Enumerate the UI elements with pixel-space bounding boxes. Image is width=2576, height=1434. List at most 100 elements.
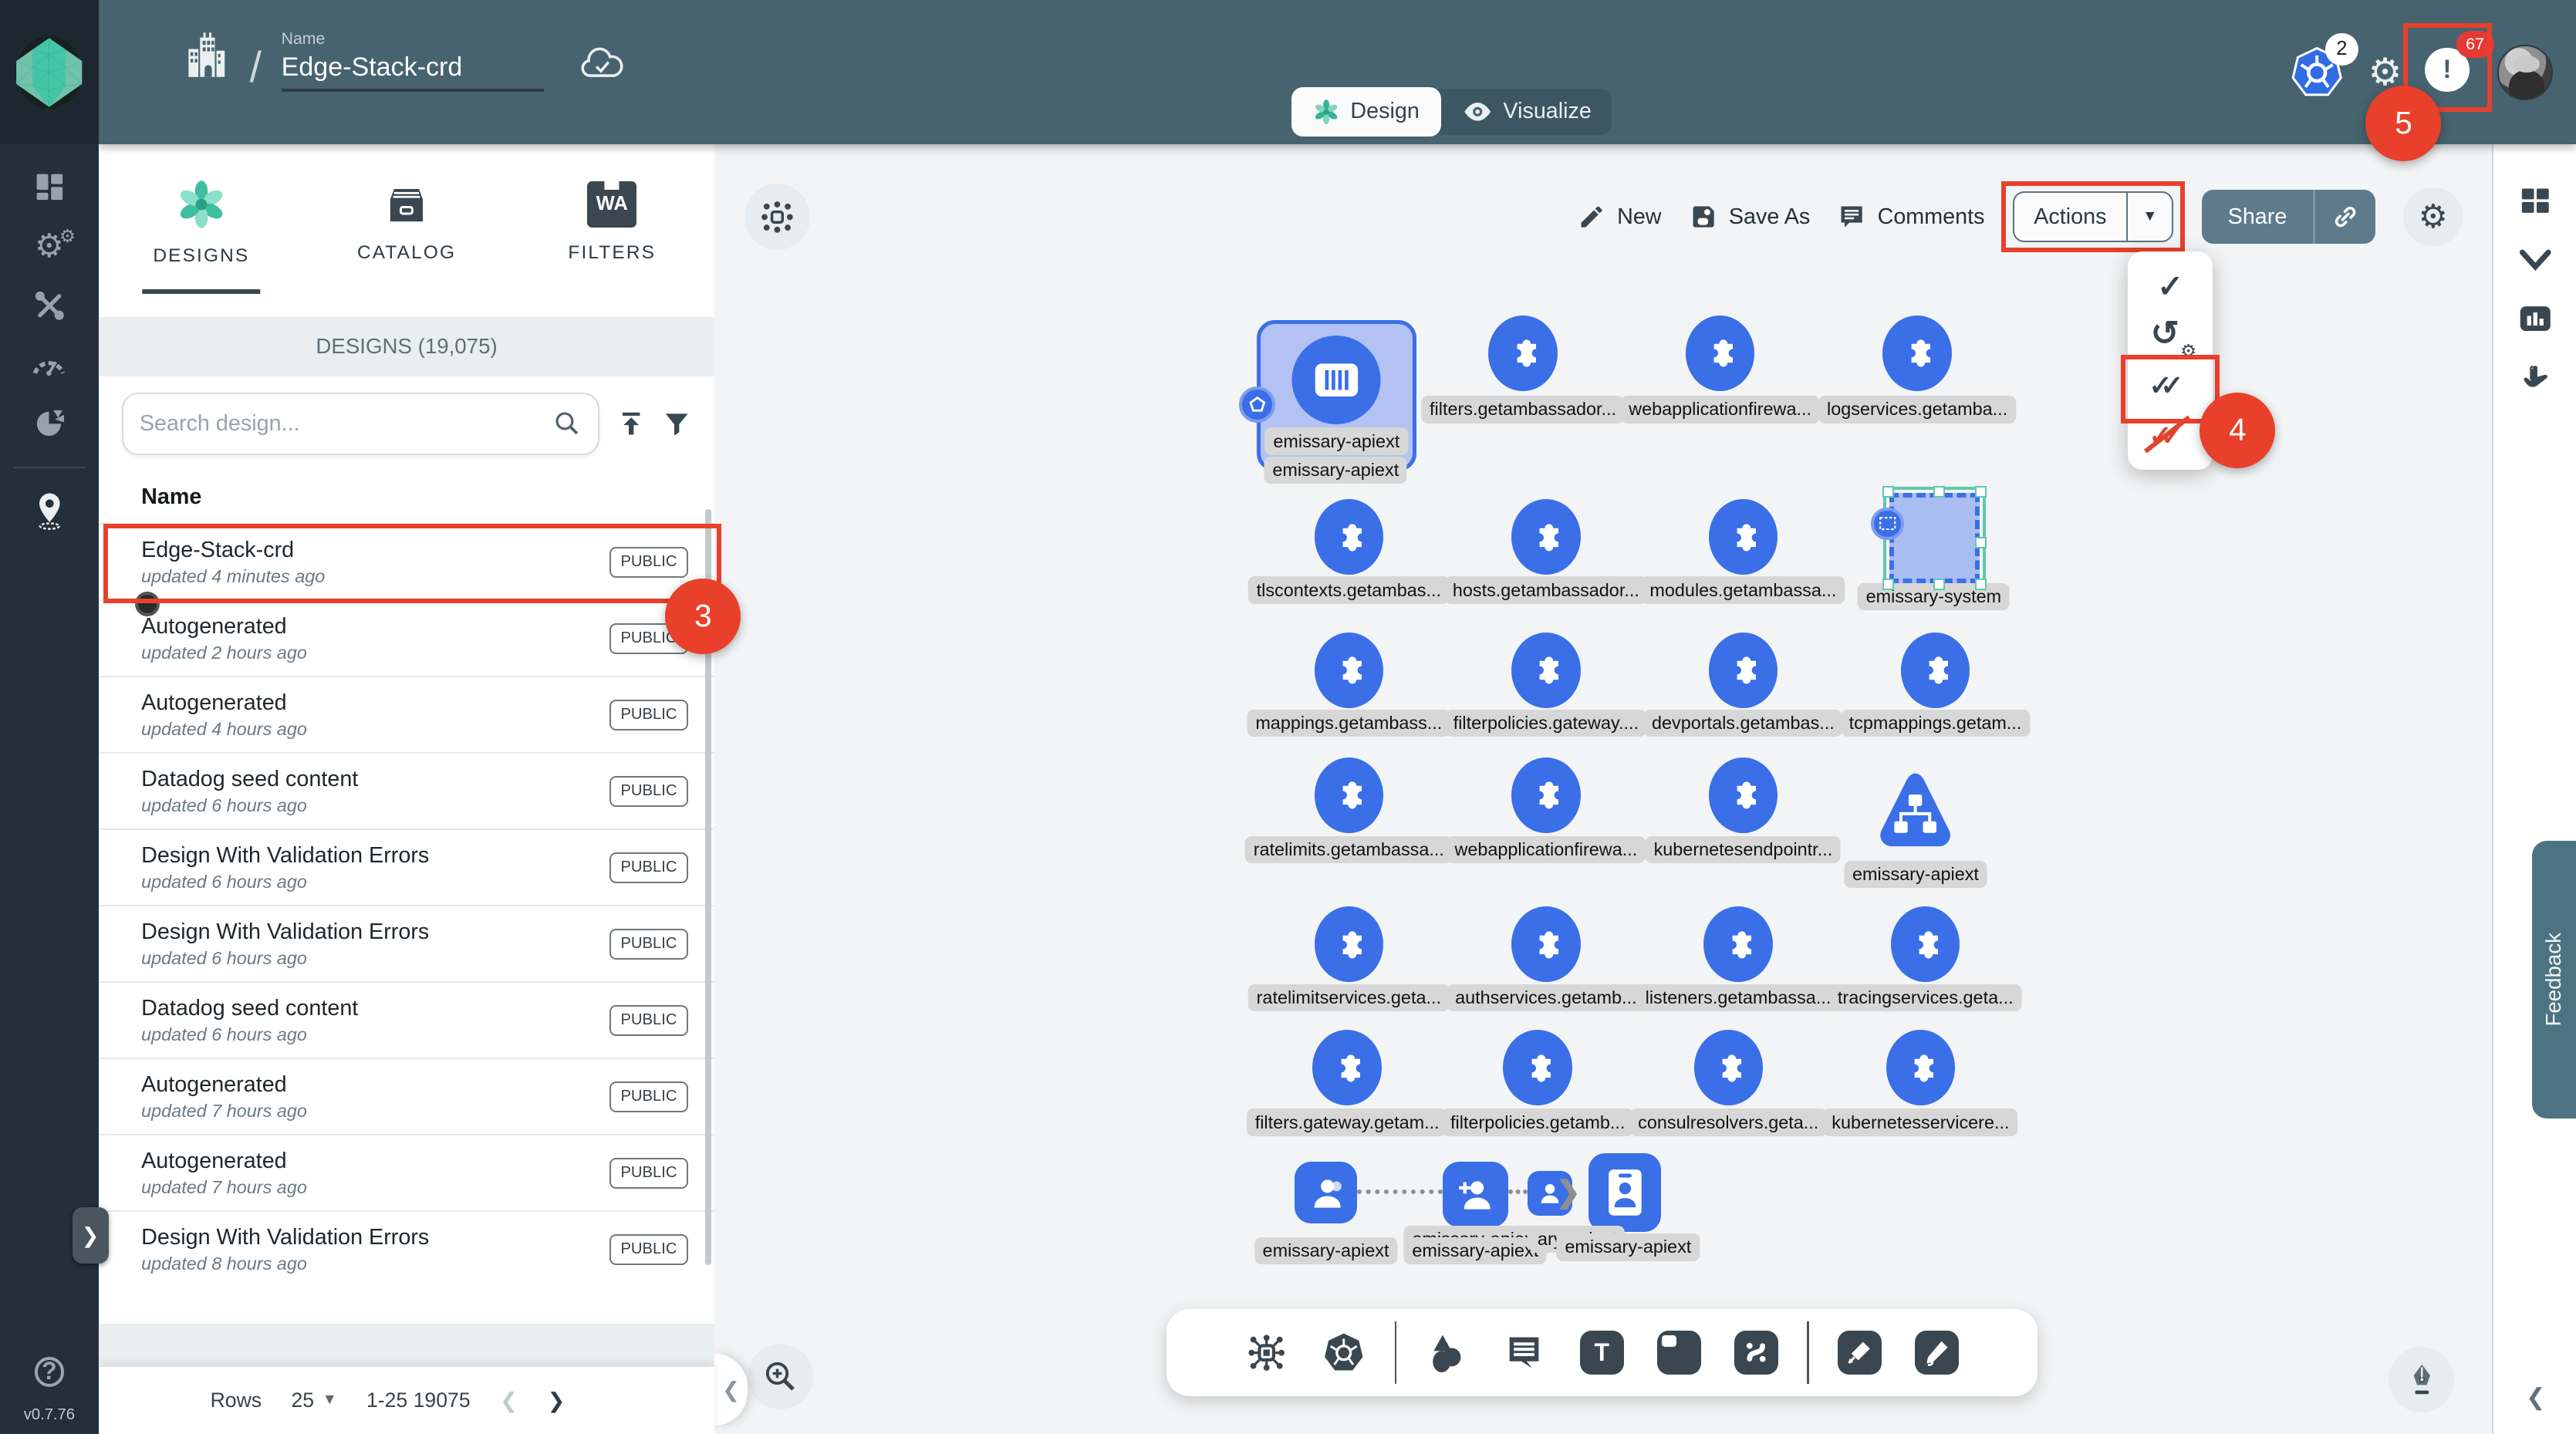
- node-emissary-apiext-selected[interactable]: emissary-apiext: [1257, 320, 1416, 471]
- analytics-icon[interactable]: [2493, 289, 2576, 349]
- component-node[interactable]: [1488, 315, 1557, 391]
- import-design-icon[interactable]: [616, 409, 646, 438]
- connection-hub-tool[interactable]: [1241, 1327, 1293, 1379]
- pen-mode-button[interactable]: [2389, 1347, 2454, 1412]
- component-node[interactable]: [1315, 906, 1383, 982]
- feedback-tab[interactable]: Feedback: [2532, 841, 2576, 1119]
- touch-hand-icon[interactable]: [2493, 348, 2576, 407]
- lifecycle-gears-icon[interactable]: ⚙⚙: [0, 217, 99, 276]
- component-node[interactable]: [1686, 315, 1754, 391]
- component-node[interactable]: [1694, 1030, 1763, 1105]
- copy-link-icon[interactable]: [2315, 203, 2376, 231]
- visibility-badge: PUBLIC: [609, 1234, 689, 1265]
- search-design-box[interactable]: [122, 393, 600, 455]
- kubernetes-context-button[interactable]: 2: [2289, 45, 2345, 100]
- freehand-pen-tool[interactable]: [1911, 1327, 1963, 1379]
- location-pin-icon[interactable]: [0, 481, 99, 541]
- design-list-item[interactable]: Datadog seed content updated 6 hours ago…: [99, 752, 715, 828]
- component-node[interactable]: [1315, 757, 1383, 833]
- design-list-item[interactable]: Autogenerated updated 2 hours ago PUBLIC: [99, 599, 715, 676]
- component-node[interactable]: [1891, 906, 1960, 982]
- pentagon-badge-icon[interactable]: [1239, 386, 1275, 423]
- node-id-card[interactable]: [1588, 1153, 1661, 1232]
- design-list-item[interactable]: Autogenerated updated 7 hours ago PUBLIC: [99, 1058, 715, 1134]
- actions-button[interactable]: Actions ▼: [2013, 191, 2174, 242]
- dashboard-icon[interactable]: [0, 157, 99, 217]
- tab-design[interactable]: Design: [1291, 87, 1441, 137]
- design-list-item[interactable]: Design With Validation Errors updated 6 …: [99, 905, 715, 981]
- meshery-logo[interactable]: [0, 0, 99, 144]
- tab-designs[interactable]: DESIGNS: [99, 144, 304, 317]
- component-node[interactable]: [1709, 633, 1778, 708]
- component-node[interactable]: [1503, 1030, 1572, 1105]
- user-avatar[interactable]: [2497, 45, 2553, 100]
- design-name-input[interactable]: [282, 52, 545, 93]
- wide-chevron-icon[interactable]: [2493, 230, 2576, 289]
- design-list-item[interactable]: Autogenerated updated 7 hours ago PUBLIC: [99, 1134, 715, 1210]
- panel-expand-handle[interactable]: ❯: [73, 1207, 109, 1263]
- help-icon[interactable]: ?: [35, 1357, 64, 1386]
- design-canvas[interactable]: New Save As Comments Actions ▼ Share: [714, 144, 2492, 1434]
- tab-catalog[interactable]: CATALOG: [304, 144, 509, 317]
- component-label: webapplicationfirewa...: [1447, 836, 1646, 864]
- performance-icon[interactable]: [0, 335, 99, 394]
- new-button[interactable]: New: [1578, 203, 1662, 231]
- menu-item-validate[interactable]: ✓: [2128, 261, 2213, 311]
- component-node[interactable]: [1315, 633, 1383, 708]
- component-node[interactable]: [1511, 906, 1580, 982]
- tab-filters[interactable]: WA FILTERS: [509, 144, 714, 317]
- design-list-item[interactable]: Design With Validation Errors updated 6 …: [99, 828, 715, 905]
- kubernetes-tool[interactable]: [1318, 1327, 1370, 1379]
- save-as-button[interactable]: Save As: [1690, 203, 1811, 231]
- design-list-item[interactable]: Autogenerated updated 4 hours ago PUBLIC: [99, 676, 715, 752]
- extensions-icon[interactable]: [0, 394, 99, 454]
- component-node[interactable]: [1511, 757, 1580, 833]
- component-node[interactable]: [1703, 906, 1772, 982]
- tab-visualize[interactable]: Visualize: [1441, 87, 1613, 137]
- component-node[interactable]: [1901, 633, 1970, 708]
- component-node[interactable]: [1511, 499, 1580, 575]
- search-design-input[interactable]: [140, 411, 552, 437]
- component-node[interactable]: [1315, 499, 1383, 575]
- filter-funnel-icon[interactable]: [662, 409, 691, 438]
- components-grid-icon[interactable]: [2493, 170, 2576, 230]
- menu-item-deploy[interactable]: ✓✓: [2128, 361, 2213, 410]
- rows-per-page-select[interactable]: 25 ▼: [291, 1388, 336, 1412]
- component-label: filterpolicies.getamb...: [1442, 1108, 1633, 1136]
- node-emissary-apiext-triangle[interactable]: [1869, 769, 1961, 855]
- comment-tool[interactable]: [1498, 1327, 1551, 1379]
- prev-page-button[interactable]: ❮: [500, 1388, 518, 1413]
- link-tool[interactable]: [1730, 1327, 1782, 1379]
- component-node[interactable]: [1709, 757, 1778, 833]
- text-tool[interactable]: T: [1575, 1327, 1628, 1379]
- zoom-in-button[interactable]: [748, 1344, 813, 1409]
- design-list-item[interactable]: Edge-Stack-crd updated 4 minutes ago PUB…: [99, 523, 715, 599]
- node-person-add[interactable]: [1443, 1162, 1508, 1227]
- menu-item-update[interactable]: ↺⚙: [2128, 311, 2213, 360]
- notifications-button[interactable]: ! 67: [2425, 48, 2474, 97]
- component-node[interactable]: [1886, 1030, 1955, 1105]
- collapse-panel-tab[interactable]: ❮: [714, 1354, 748, 1426]
- canvas-layout-button[interactable]: [744, 184, 810, 249]
- node-emissary-system[interactable]: [1889, 493, 1980, 583]
- actions-caret-icon[interactable]: ▼: [2128, 208, 2172, 225]
- component-node[interactable]: [1709, 499, 1778, 575]
- comments-button[interactable]: Comments: [1838, 203, 1984, 231]
- edge-pen-tool[interactable]: [1833, 1327, 1886, 1379]
- next-page-button[interactable]: ❯: [547, 1388, 565, 1413]
- organization-icon[interactable]: [184, 29, 230, 79]
- component-node[interactable]: [1312, 1030, 1381, 1105]
- note-tool[interactable]: [1653, 1327, 1705, 1379]
- toolkit-icon[interactable]: [0, 276, 99, 336]
- canvas-settings-button[interactable]: ⚙: [2403, 187, 2463, 247]
- shapes-tool[interactable]: [1421, 1327, 1474, 1379]
- component-node[interactable]: [1511, 633, 1580, 708]
- edge-dotted: [1508, 1189, 1528, 1194]
- component-node[interactable]: [1882, 315, 1951, 391]
- component-label: ratelimits.getambassa...: [1245, 836, 1452, 864]
- design-list-item[interactable]: Design With Validation Errors updated 8 …: [99, 1210, 715, 1287]
- node-people-group[interactable]: [1295, 1162, 1357, 1224]
- collapse-right-dock[interactable]: ❮: [2493, 1384, 2576, 1411]
- share-button[interactable]: Share: [2202, 190, 2376, 244]
- design-list-item[interactable]: Datadog seed content updated 6 hours ago…: [99, 981, 715, 1058]
